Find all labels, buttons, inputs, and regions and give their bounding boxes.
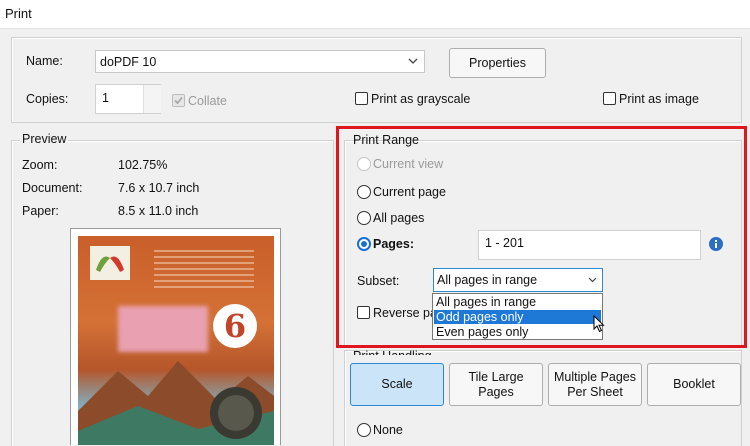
window-title: Print	[5, 6, 32, 21]
copies-input[interactable]: 1	[95, 84, 161, 114]
book-cover: 6	[78, 236, 274, 445]
grayscale-label: Print as grayscale	[371, 92, 471, 106]
mouse-cursor-icon	[593, 315, 605, 333]
subset-label: Subset:	[357, 274, 400, 288]
printer-name-value: doPDF 10	[100, 55, 157, 69]
cover-text-lines	[154, 250, 254, 290]
collate-label: Collate	[188, 94, 227, 108]
properties-button-label: Properties	[469, 55, 526, 70]
scale-button-label: Scale	[381, 377, 413, 391]
current-view-radio[interactable]	[357, 157, 371, 171]
printer-name-select[interactable]: doPDF 10	[95, 50, 425, 73]
checkmark-icon	[174, 96, 183, 105]
pages-radio[interactable]	[357, 237, 371, 251]
subset-select[interactable]: All pages in range	[433, 268, 603, 292]
pages-input[interactable]: 1 - 201	[478, 230, 701, 260]
tile-large-pages-button[interactable]: Tile Large Pages	[449, 363, 543, 406]
paper-label: Paper:	[22, 204, 59, 218]
grayscale-checkbox[interactable]	[355, 92, 368, 105]
reverse-pages-label: Reverse pa	[373, 306, 437, 320]
properties-button[interactable]: Properties	[449, 48, 546, 78]
paper-value: 8.5 x 11.0 inch	[118, 204, 199, 218]
grade-badge: 6	[213, 304, 257, 348]
print-range-heading: Print Range	[353, 133, 420, 147]
all-pages-label: All pages	[373, 211, 425, 225]
subset-value: All pages in range	[437, 273, 538, 287]
info-icon[interactable]	[709, 237, 723, 251]
print-as-image-checkbox[interactable]	[603, 92, 616, 105]
print-handling-heading: Print Handling	[353, 349, 432, 355]
multiple-pages-button[interactable]: Multiple Pages Per Sheet	[548, 363, 642, 406]
reverse-pages-checkbox[interactable]	[357, 306, 370, 319]
copies-value: 1	[102, 91, 109, 105]
chevron-down-icon	[408, 58, 418, 64]
chevron-down-icon	[588, 277, 597, 283]
none-radio[interactable]	[357, 423, 371, 437]
pages-label: Pages:	[373, 237, 414, 251]
subset-option-even[interactable]: Even pages only	[434, 325, 603, 339]
tile-large-pages-label: Tile Large Pages	[468, 369, 524, 399]
current-view-label: Current view	[373, 157, 444, 171]
multiple-pages-label: Multiple Pages Per Sheet	[554, 369, 636, 399]
mountain-illustration	[78, 361, 274, 445]
print-as-image-label: Print as image	[619, 92, 699, 106]
zoom-label: Zoom:	[22, 158, 58, 172]
booklet-button[interactable]: Booklet	[647, 363, 741, 406]
blurred-title	[118, 306, 208, 352]
subset-option-all[interactable]: All pages in range	[434, 295, 603, 309]
subset-dropdown-list: All pages in range Odd pages only Even p…	[432, 293, 603, 340]
name-label: Name:	[26, 54, 63, 68]
document-label: Document:	[22, 181, 83, 195]
preview-heading: Preview	[20, 132, 69, 146]
copies-label: Copies:	[26, 92, 69, 106]
subset-option-odd[interactable]: Odd pages only	[434, 310, 601, 324]
grade-number: 6	[223, 307, 247, 345]
collate-checkbox[interactable]	[172, 94, 185, 107]
scale-button[interactable]: Scale	[350, 363, 444, 406]
zoom-value: 102.75%	[118, 158, 168, 172]
all-pages-radio[interactable]	[357, 211, 371, 225]
pages-value: 1 - 201	[485, 236, 524, 250]
none-label: None	[373, 423, 403, 437]
document-value: 7.6 x 10.7 inch	[118, 181, 200, 195]
publisher-logo	[90, 246, 130, 280]
page-preview: 6	[70, 228, 281, 445]
title-bar: Print	[0, 0, 750, 29]
current-page-label: Current page	[373, 185, 446, 199]
copies-stepper[interactable]	[143, 85, 161, 113]
booklet-button-label: Booklet	[673, 377, 715, 391]
current-page-radio[interactable]	[357, 185, 371, 199]
